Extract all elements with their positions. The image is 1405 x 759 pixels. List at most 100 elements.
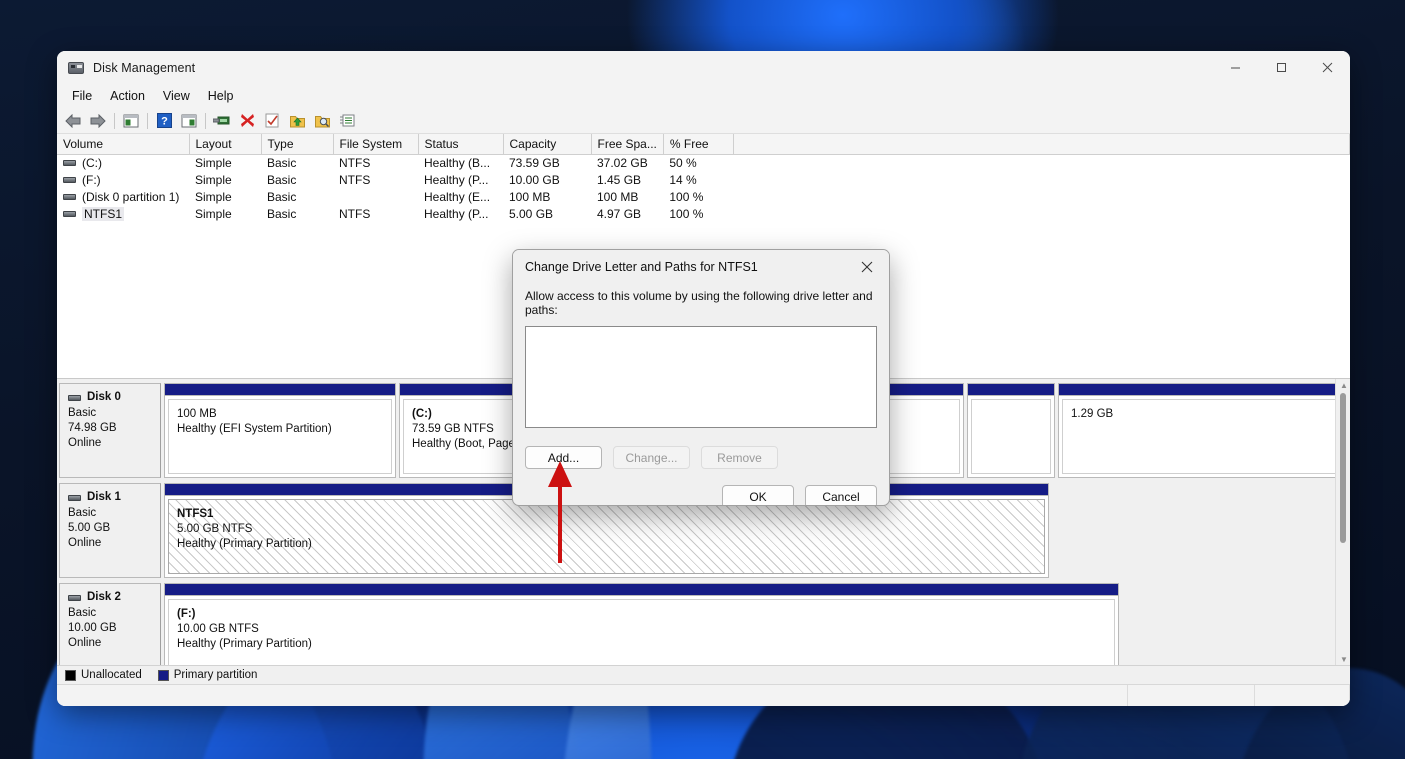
volume-drive-icon <box>63 160 76 167</box>
partition-strip: (F:) 10.00 GB NTFS Healthy (Primary Partit… <box>161 583 1335 665</box>
list-view-icon[interactable] <box>335 110 359 132</box>
volume-name-label: (F:) <box>82 173 101 187</box>
scrollbar-thumb[interactable] <box>1340 393 1346 543</box>
legend-item-unallocated: Unallocated <box>65 669 142 681</box>
maximize-button[interactable] <box>1258 51 1304 84</box>
disk-kind-label: Basic <box>68 407 97 419</box>
search-icon[interactable] <box>310 110 334 132</box>
cell-status: Healthy (B... <box>424 156 491 171</box>
disk-drive-icon <box>68 494 81 501</box>
column-header-file-system[interactable]: File System <box>333 134 419 155</box>
extend-volume-icon[interactable] <box>285 110 309 132</box>
table-header-row: Volume Layout Type File System Status Ca… <box>57 134 1350 155</box>
disk-size-label: 10.00 GB <box>68 622 117 634</box>
cell-volume: (F:) <box>57 172 189 189</box>
menu-item-view[interactable]: View <box>154 87 199 105</box>
window-titlebar[interactable]: Disk Management <box>57 51 1350 84</box>
column-header-capacity[interactable]: Capacity <box>503 134 592 155</box>
column-header-free-space[interactable]: Free Spa... <box>591 134 664 155</box>
status-bar <box>57 684 1350 706</box>
partition-status: Healthy (Primary Partition) <box>177 638 312 650</box>
help-icon[interactable]: ? <box>152 110 176 132</box>
partition-label: NTFS1 <box>177 508 214 520</box>
cell-type: Basic <box>267 173 297 187</box>
partition-details: NTFS1 5.00 GB NTFS Healthy (Primary Partit… <box>168 499 1045 574</box>
table-row[interactable]: (C:) Simple Basic NTFS Healthy (B... 73.59 GB… <box>57 155 1350 172</box>
table-row[interactable]: NTFS1 Simple Basic NTFS Healthy (P... 5.00 GB… <box>57 206 1350 223</box>
partition-details: 1.29 GB <box>1062 399 1335 474</box>
close-button[interactable] <box>1304 51 1350 84</box>
table-row[interactable]: (F:) Simple Basic NTFS Healthy (P... 10.00 GB… <box>57 172 1350 189</box>
partition-block[interactable]: 1.29 GB <box>1058 383 1335 478</box>
close-icon[interactable] <box>845 250 889 284</box>
volume-name-label: (Disk 0 partition 1) <box>82 190 180 204</box>
cell-file-system <box>333 189 418 206</box>
cell-layout: Simple <box>195 207 232 221</box>
partition-status: Healthy (EFI System Partition) <box>177 423 332 435</box>
change-drive-letter-dialog: Change Drive Letter and Paths for NTFS1 … <box>512 249 890 506</box>
disk-drive-icon <box>68 594 81 601</box>
disk-info-panel[interactable]: Disk 2 Basic 10.00 GB Online <box>59 583 161 665</box>
menu-item-help[interactable]: Help <box>199 87 243 105</box>
add-button[interactable]: Add... <box>525 446 602 469</box>
disk-pane-scrollbar[interactable]: ▲ ▼ <box>1335 379 1350 665</box>
cell-capacity: 5.00 GB <box>509 207 554 221</box>
status-cell-2 <box>1128 685 1255 706</box>
column-header-type[interactable]: Type <box>261 134 334 155</box>
partition-block[interactable]: 100 MB Healthy (EFI System Partition) <box>164 383 396 478</box>
back-arrow-icon[interactable] <box>61 110 85 132</box>
drive-letter-paths-list[interactable] <box>525 326 877 428</box>
menu-item-file[interactable]: File <box>63 87 101 105</box>
cell-volume: (C:) <box>57 155 189 172</box>
show-hide-console-tree-icon[interactable] <box>177 110 201 132</box>
partition-color-bar <box>1059 384 1335 396</box>
cell-capacity: 73.59 GB <box>509 156 560 171</box>
minimize-button[interactable] <box>1212 51 1258 84</box>
disk-drive-icon <box>68 394 81 401</box>
disk-state-label: Online <box>68 437 102 449</box>
cancel-button[interactable]: Cancel <box>805 485 877 505</box>
cell-status: Healthy (P... <box>424 173 489 187</box>
column-header-pct-free[interactable]: % Free <box>663 134 734 155</box>
disk-info-panel[interactable]: Disk 0 Basic 74.98 GB Online <box>59 383 161 478</box>
cell-volume: (Disk 0 partition 1) <box>57 189 189 206</box>
cell-pct-free: 14 % <box>669 173 697 187</box>
unallocated-swatch-icon <box>65 669 76 681</box>
cell-pct-free: 50 % <box>669 156 697 171</box>
cell-status: Healthy (E... <box>424 190 491 204</box>
column-header-volume[interactable]: Volume <box>57 134 190 155</box>
cell-status: Healthy (P... <box>424 207 489 221</box>
delete-icon[interactable] <box>235 110 259 132</box>
cell-type: Basic <box>267 207 297 221</box>
forward-arrow-icon[interactable] <box>86 110 110 132</box>
remove-button: Remove <box>701 446 778 469</box>
properties-icon[interactable] <box>210 110 234 132</box>
partition-details <box>971 399 1051 474</box>
disk-info-panel[interactable]: Disk 1 Basic 5.00 GB Online <box>59 483 161 578</box>
disk-kind-label: Basic <box>68 507 97 519</box>
column-header-layout[interactable]: Layout <box>189 134 262 155</box>
partition-details: 100 MB Healthy (EFI System Partition) <box>168 399 392 474</box>
check-disk-icon[interactable] <box>260 110 284 132</box>
partition-legend: Unallocated Primary partition <box>57 665 1350 684</box>
volume-name-label: NTFS1 <box>82 207 125 221</box>
cell-file-system: NTFS <box>339 173 371 187</box>
ok-button[interactable]: OK <box>722 485 794 505</box>
up-one-level-icon[interactable] <box>119 110 143 132</box>
disk-row: Disk 2 Basic 10.00 GB Online (F:) 10.00 GB NT… <box>59 583 1335 665</box>
partition-label: (F:) <box>177 608 196 620</box>
scroll-down-icon[interactable]: ▼ <box>1340 655 1348 664</box>
table-row[interactable]: (Disk 0 partition 1) Simple Basic Healthy (… <box>57 189 1350 206</box>
partition-block[interactable]: (F:) 10.00 GB NTFS Healthy (Primary Partit… <box>164 583 1119 665</box>
cell-filler <box>733 155 1349 172</box>
partition-block[interactable] <box>967 383 1055 478</box>
cell-volume: NTFS1 <box>57 206 189 223</box>
menu-item-action[interactable]: Action <box>101 87 154 105</box>
scroll-up-icon[interactable]: ▲ <box>1340 381 1348 390</box>
column-header-status[interactable]: Status <box>418 134 504 155</box>
toolbar: ? <box>57 108 1350 134</box>
column-header-filler <box>733 134 1350 155</box>
dialog-titlebar[interactable]: Change Drive Letter and Paths for NTFS1 <box>513 250 889 284</box>
cell-layout: Simple <box>195 190 232 204</box>
cell-layout: Simple <box>195 156 232 171</box>
